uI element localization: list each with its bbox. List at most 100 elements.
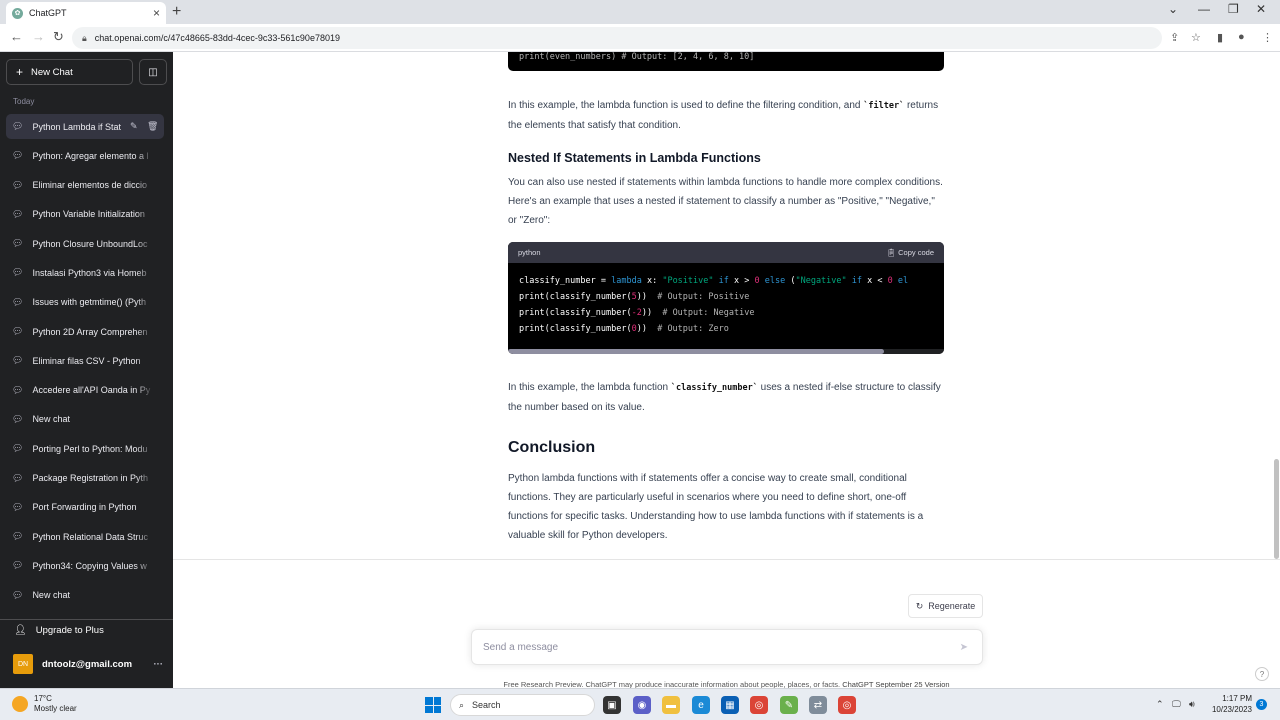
clipboard-icon: 📋︎	[886, 248, 899, 257]
share-icon[interactable]: ⇪	[1170, 31, 1179, 44]
sidebar-toggle-button[interactable]: ◫	[139, 59, 167, 85]
inline-code-classify: `classify_number`	[670, 383, 758, 393]
account-menu[interactable]: DN dntoolz@gmail.com ···	[13, 654, 163, 674]
chat-bubble-icon: 💬︎	[12, 326, 24, 337]
code-line-print-even: print(even_numbers) # Output: [2, 4, 6, …	[519, 52, 755, 62]
chrome-active-icon[interactable]: ◎	[838, 696, 856, 714]
store-icon[interactable]: ▦	[721, 696, 739, 714]
sidebar-chat-label: Eliminar elementos de diccio	[32, 180, 147, 191]
sidebar-chat-item[interactable]: 💬︎ Python: Agregar elemento a l	[6, 143, 164, 168]
sidebar-chat-item[interactable]: 💬︎ Python Relational Data Struc	[6, 524, 164, 549]
windows-start-icon[interactable]	[425, 697, 441, 713]
browser-tab[interactable]: ✿ ChatGPT ×	[6, 2, 166, 24]
send-icon[interactable]: ➤	[960, 642, 968, 653]
heading-nested-if: Nested If Statements in Lambda Functions	[508, 151, 761, 165]
sidebar-chat-label: Python Lambda if Stat	[32, 121, 121, 132]
sidebar-chat-item[interactable]: 💬︎ Package Registration in Pyth	[6, 466, 164, 491]
chat-bubble-icon: 💬︎	[12, 384, 24, 395]
network-app-icon[interactable]: ⇄	[809, 696, 827, 714]
paragraph-nested-intro: You can also use nested if statements wi…	[508, 177, 943, 226]
tab-title: ChatGPT	[29, 8, 67, 18]
main-vertical-scrollbar[interactable]	[1274, 52, 1280, 559]
code-horizontal-scrollbar[interactable]	[508, 349, 944, 354]
sidebar-chat-item[interactable]: 💬︎ Python 2D Array Comprehen	[6, 319, 164, 344]
sidebar-chat-item[interactable]: 💬︎ Issues with getmtime() (Pyth	[6, 290, 164, 315]
weather-desc: Mostly clear	[34, 704, 77, 713]
chat-bubble-icon: 💬︎	[12, 355, 24, 366]
code-block: python 📋︎ Copy code classify_number = la…	[508, 242, 944, 354]
copy-code-button[interactable]: 📋︎ Copy code	[887, 243, 934, 262]
lock-icon: 🔒︎	[82, 32, 87, 43]
sidebar-chat-item[interactable]: 💬︎ Python34: Copying Values w	[6, 553, 164, 578]
scrollbar-thumb[interactable]	[508, 349, 884, 354]
account-email: dntoolz@gmail.com	[42, 658, 133, 670]
new-tab-icon[interactable]: +	[172, 3, 181, 21]
scrollbar-thumb[interactable]	[1274, 459, 1279, 559]
chrome-icon[interactable]: ◎	[750, 696, 768, 714]
reload-icon[interactable]: ↻	[53, 29, 64, 45]
help-icon[interactable]: ?	[1255, 667, 1269, 681]
delete-icon[interactable]: 🗑︎	[147, 121, 158, 132]
task-view-icon[interactable]: ▣	[603, 696, 621, 714]
sidebar-chat-item[interactable]: 💬︎ New chat	[6, 583, 164, 608]
sidebar-chat-item[interactable]: 💬︎ Eliminar elementos de diccio	[6, 173, 164, 198]
message-input[interactable]: Send a message ➤	[471, 629, 983, 665]
notification-badge[interactable]: 3	[1256, 699, 1267, 710]
chat-bubble-icon: 💬︎	[12, 121, 24, 131]
edge-browser-icon[interactable]: e	[692, 696, 710, 714]
taskbar-search[interactable]: ⌕ Search	[450, 694, 595, 716]
clock[interactable]: 1:17 PM 10/23/2023	[1204, 693, 1252, 715]
sidebar-chat-item[interactable]: 💬︎ Python Closure UnboundLoc	[6, 231, 164, 256]
regenerate-button[interactable]: ↻ Regenerate	[908, 594, 983, 618]
upgrade-button[interactable]: 👤︎ Upgrade to Plus	[14, 625, 104, 636]
sidebar-chat-item[interactable]: 💬︎ Port Forwarding in Python	[6, 495, 164, 520]
upgrade-label: Upgrade to Plus	[35, 625, 104, 636]
sidebar-chat-item[interactable]: 💬︎ Accedere all'API Oanda in Py	[6, 378, 164, 403]
clock-time: 1:17 PM	[1222, 694, 1252, 703]
heading-conclusion: Conclusion	[508, 439, 596, 456]
new-chat-button[interactable]: + New Chat	[6, 59, 133, 85]
file-explorer-icon[interactable]: ▬	[662, 696, 680, 714]
weather-widget[interactable]: 17°C Mostly clear	[12, 694, 77, 714]
sidebar-chat-item[interactable]: 💬︎ Eliminar filas CSV - Python	[6, 348, 164, 373]
sidebar-chat-item[interactable]: 💬︎ New chat	[6, 407, 164, 432]
paragraph-conclusion: Python lambda functions with if statemen…	[508, 473, 924, 541]
profile-icon[interactable]: ●	[1238, 31, 1245, 43]
new-chat-label: New Chat	[31, 66, 73, 78]
chat-bubble-icon: 💬︎	[12, 179, 24, 190]
window-close-icon[interactable]: ✕	[1256, 2, 1266, 16]
bookmark-star-icon[interactable]: ☆	[1191, 31, 1201, 44]
tab-search-icon[interactable]: ⌄	[1168, 2, 1178, 16]
minimize-icon[interactable]: —	[1198, 2, 1210, 16]
browser-tab-bar: ✿ ChatGPT × + ⌄ — ❐ ✕	[0, 0, 1280, 24]
sidebar-chat-item[interactable]: 💬︎ Instalasi Python3 via Homeb	[6, 260, 164, 285]
panel-toggle-icon: ◫	[148, 66, 158, 78]
sidebar-chat-item[interactable]: 💬︎ Python Variable Initialization	[6, 202, 164, 227]
maximize-icon[interactable]: ❐	[1228, 2, 1239, 16]
chat-app-icon[interactable]: ◉	[633, 696, 651, 714]
windows-taskbar: 17°C Mostly clear ⌕ Search ▣ ◉ ▬ e ▦ ◎ ✎ …	[0, 688, 1280, 720]
browser-menu-icon[interactable]: ⋮	[1262, 31, 1273, 44]
sidebar-chat-item[interactable]: 💬︎ Porting Perl to Python: Modu	[6, 436, 164, 461]
sidebar-chat-label: New chat	[32, 590, 70, 601]
sidebar: + New Chat ◫ Today 💬︎ Python Lambda if St…	[0, 52, 173, 688]
network-icon[interactable]: 🖵︎	[1172, 699, 1181, 710]
side-panel-icon[interactable]: ▮	[1217, 31, 1223, 44]
user-icon: 👤︎	[14, 625, 27, 636]
volume-icon[interactable]: 🔊︎	[1189, 699, 1195, 710]
tab-close-icon[interactable]: ×	[153, 6, 160, 20]
url-field[interactable]: 🔒︎ chat.openai.com/c/47c48665-83dd-4cec-…	[72, 27, 1162, 49]
forward-icon[interactable]: →	[32, 29, 45, 44]
sidebar-chat-item[interactable]: 💬︎ Python Lambda if Stat ✎ 🗑︎	[6, 114, 164, 139]
chat-bubble-icon: 💬︎	[12, 208, 24, 219]
back-icon[interactable]: ←	[10, 29, 23, 44]
more-options-icon[interactable]: ···	[154, 659, 164, 670]
sidebar-chat-label: Eliminar filas CSV - Python	[32, 355, 141, 366]
sidebar-chat-label: Accedere all'API Oanda in Py	[32, 385, 151, 396]
temperature: 17°C	[34, 694, 52, 703]
taskbar-search-label: Search	[472, 700, 501, 710]
chat-bubble-icon: 💬︎	[12, 443, 24, 454]
edit-icon[interactable]: ✎	[130, 121, 138, 132]
notepad-app-icon[interactable]: ✎	[780, 696, 798, 714]
tray-chevron-icon[interactable]: ⌃	[1156, 699, 1164, 710]
